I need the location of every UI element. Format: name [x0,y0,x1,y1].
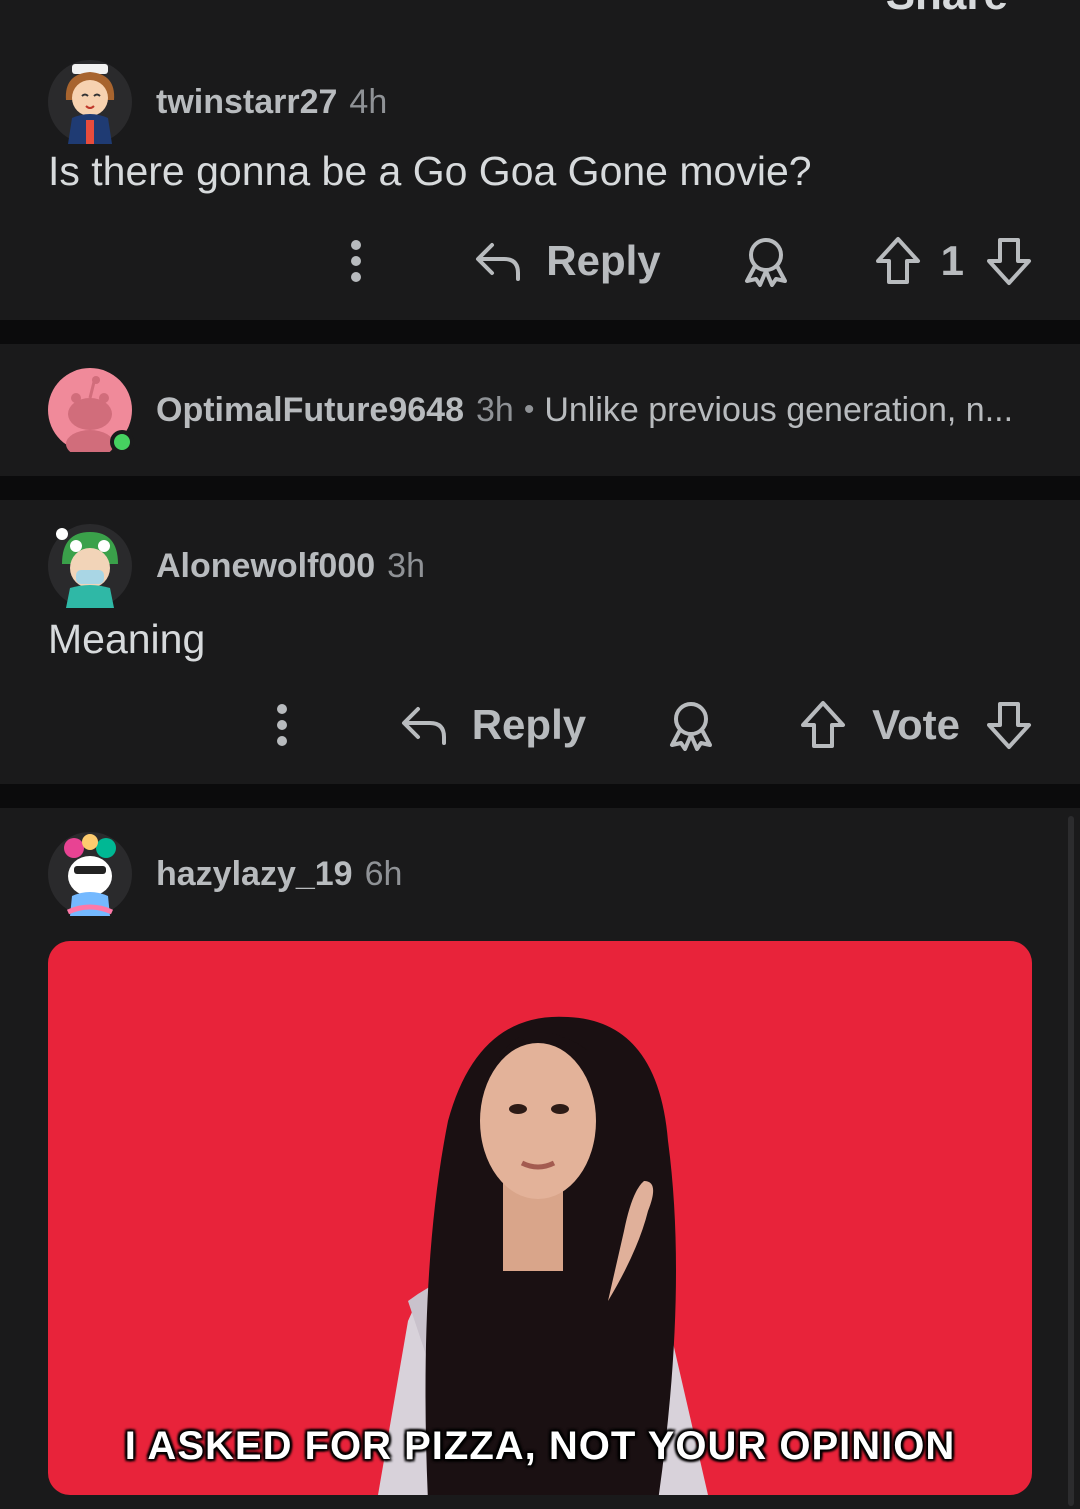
reply-button[interactable]: Reply [474,237,661,285]
separator: • [523,393,535,426]
upvote-icon [875,237,920,284]
comment-header: Alonewolf000 3h [48,524,425,608]
more-options-button[interactable] [350,239,362,283]
upvote-button[interactable] [800,700,846,750]
vote-label: Vote [872,701,960,748]
more-vertical-icon [351,240,362,282]
timestamp: 3h [387,546,425,585]
gif-illustration [378,1016,708,1495]
award-icon [744,238,787,287]
award-button[interactable] [741,235,791,287]
more-options-button[interactable] [276,703,288,747]
gif-caption: I ASKED FOR PIZZA, NOT YOUR OPINION [124,1424,956,1468]
comment-actions: Reply Vote [276,695,1032,755]
comment-header: OptimalFuture9648 3h • Unlike previous g… [48,368,1014,454]
comment-snippet: Unlike previous generation, n... [544,390,1014,429]
upvote-button[interactable] [875,236,921,286]
username[interactable]: twinstarr27 [156,83,337,122]
comment-card: hazylazy_19 6h I ASKED FOR PIZZA, NOT YO… [0,808,1080,1509]
award-button[interactable] [666,699,716,751]
downvote-button[interactable] [986,700,1032,750]
more-vertical-icon [276,704,287,746]
award-icon [670,702,713,751]
timestamp: 4h [349,82,388,121]
avatar[interactable] [48,524,132,608]
downvote-button[interactable] [986,236,1032,286]
comment-body: Is there gonna be a Go Goa Gone movie? [48,148,812,194]
reply-label: Reply [546,237,661,284]
upvote-icon [801,701,846,748]
share-button[interactable]: Share [886,0,1008,20]
online-status-dot [110,430,134,454]
username[interactable]: hazylazy_19 [156,855,353,894]
vote-count: 1 [940,237,964,284]
comment-card: Alonewolf000 3h Meaning Reply Vote [0,500,1080,784]
comment-card-collapsed[interactable]: OptimalFuture9648 3h • Unlike previous g… [0,344,1080,476]
comment-body: Meaning [48,616,206,662]
comment-actions: Reply 1 [350,231,1032,291]
timestamp: 3h [475,390,514,429]
downvote-icon [987,702,1031,749]
gif-image[interactable]: I ASKED FOR PIZZA, NOT YOUR OPINION [48,941,1032,1495]
reply-icon [401,707,446,745]
reply-icon [476,243,521,281]
reply-button[interactable]: Reply [400,701,586,749]
top-bar: Share [0,0,1080,40]
comment-header: twinstarr27 4h [48,60,387,144]
avatar[interactable] [48,368,134,454]
comment-header: hazylazy_19 6h [48,832,402,916]
comment-card: twinstarr27 4h Is there gonna be a Go Go… [0,40,1080,320]
username[interactable]: OptimalFuture9648 [156,391,464,430]
downvote-icon [987,238,1031,285]
scrollbar[interactable] [1068,816,1074,1506]
timestamp: 6h [364,854,403,893]
reply-label: Reply [471,701,587,748]
username[interactable]: Alonewolf000 [156,547,375,586]
avatar[interactable] [48,60,132,144]
avatar[interactable] [48,832,132,916]
